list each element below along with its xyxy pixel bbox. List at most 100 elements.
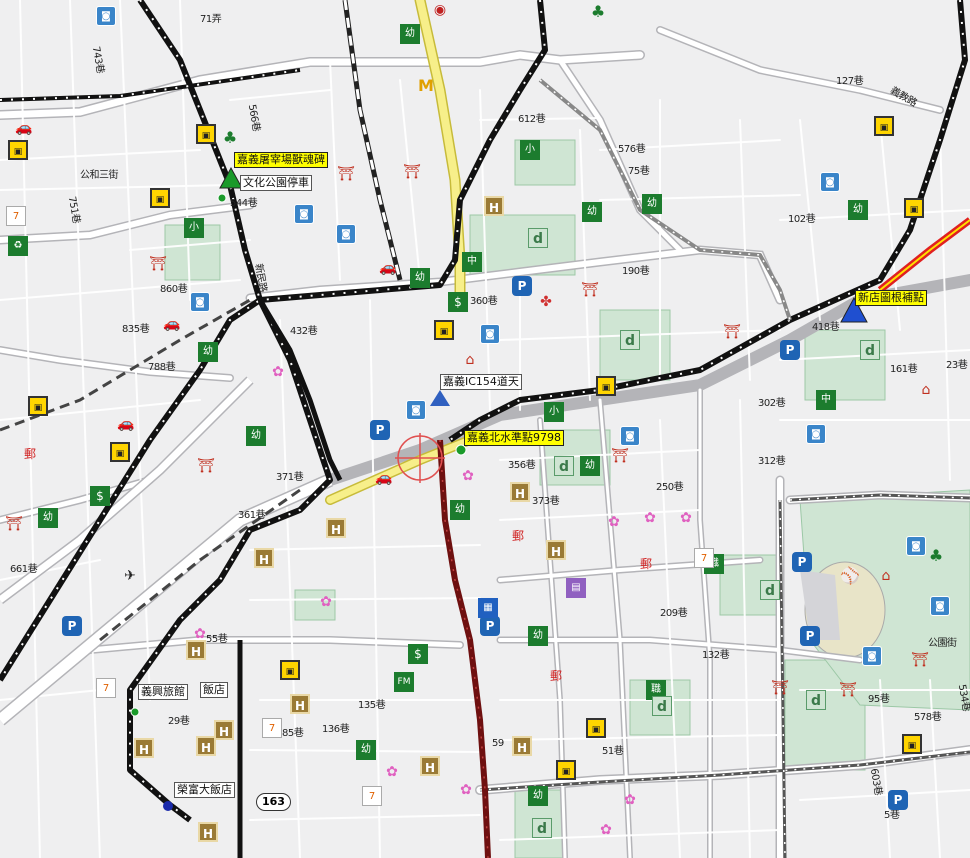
kindergarten-icon[interactable]: 幼 bbox=[450, 500, 470, 520]
car-icon[interactable]: 🚗 bbox=[14, 118, 34, 138]
bank-icon[interactable]: $ bbox=[90, 486, 110, 506]
bus-stop-icon[interactable]: ▣ bbox=[280, 660, 300, 680]
camera-icon[interactable]: ◙ bbox=[96, 6, 116, 26]
temple-icon[interactable]: ⛩ bbox=[580, 280, 600, 300]
car-icon[interactable]: 🚗 bbox=[162, 314, 182, 334]
kindergarten-icon[interactable]: 幼 bbox=[410, 268, 430, 288]
camera-icon[interactable]: ◙ bbox=[820, 172, 840, 192]
building-icon[interactable]: ▦ bbox=[478, 598, 498, 618]
school-icon[interactable]: 中 bbox=[816, 390, 836, 410]
poi-label[interactable]: 新店圖根補點 bbox=[855, 290, 927, 306]
kindergarten-icon[interactable]: 幼 bbox=[356, 740, 376, 760]
carrefour-icon[interactable]: ✤ bbox=[536, 292, 556, 312]
recycle-icon[interactable]: ♻ bbox=[8, 236, 28, 256]
poi-label[interactable]: 榮富大飯店 bbox=[174, 782, 235, 798]
parking-icon[interactable]: P bbox=[792, 552, 812, 572]
car-icon[interactable]: 🚗 bbox=[374, 468, 394, 488]
kindergarten-icon[interactable]: 幼 bbox=[38, 508, 58, 528]
school-icon[interactable]: 中 bbox=[462, 252, 482, 272]
temple-icon[interactable]: ⛩ bbox=[770, 678, 790, 698]
temple-icon[interactable]: ⛩ bbox=[336, 164, 356, 184]
school-icon[interactable]: 小 bbox=[544, 402, 564, 422]
bus-stop-icon[interactable]: ▣ bbox=[586, 718, 606, 738]
bus-stop-icon[interactable]: ▣ bbox=[196, 124, 216, 144]
hotel-icon[interactable]: H bbox=[512, 736, 532, 756]
kindergarten-icon[interactable]: 幼 bbox=[580, 456, 600, 476]
museum-icon[interactable]: ⌂ bbox=[916, 380, 936, 400]
familymart-icon[interactable]: FM bbox=[394, 672, 414, 692]
hotel-icon[interactable]: H bbox=[420, 756, 440, 776]
hotel-icon[interactable]: H bbox=[290, 694, 310, 714]
restaurant-icon[interactable]: ◉ bbox=[430, 0, 450, 20]
post-office-icon[interactable]: 郵 bbox=[546, 666, 566, 686]
hotel-icon[interactable]: H bbox=[196, 736, 216, 756]
kindergarten-icon[interactable]: 幼 bbox=[848, 200, 868, 220]
poi-label[interactable]: 飯店 bbox=[200, 682, 228, 698]
hotel-icon[interactable]: H bbox=[326, 518, 346, 538]
hotel-icon[interactable]: H bbox=[214, 720, 234, 740]
temple-icon[interactable]: ⛩ bbox=[910, 650, 930, 670]
poi-label[interactable]: 義興旅館 bbox=[138, 684, 188, 700]
airplane-icon[interactable]: ✈ bbox=[120, 566, 140, 586]
kindergarten-icon[interactable]: 幼 bbox=[642, 194, 662, 214]
camera-icon[interactable]: ◙ bbox=[406, 400, 426, 420]
camera-icon[interactable]: ◙ bbox=[906, 536, 926, 556]
parking-icon[interactable]: P bbox=[480, 616, 500, 636]
kindergarten-icon[interactable]: 幼 bbox=[400, 24, 420, 44]
temple-icon[interactable]: ⛩ bbox=[402, 162, 422, 182]
kindergarten-icon[interactable]: 幼 bbox=[582, 202, 602, 222]
bank-icon[interactable]: $ bbox=[448, 292, 468, 312]
post-office-icon[interactable]: 郵 bbox=[20, 444, 40, 464]
bus-stop-icon[interactable]: ▣ bbox=[150, 188, 170, 208]
temple-icon[interactable]: ⛩ bbox=[838, 680, 858, 700]
bus-stop-icon[interactable]: ▣ bbox=[596, 376, 616, 396]
poi-label[interactable]: 嘉義屠宰場獸魂碑 bbox=[234, 152, 328, 168]
parking-icon[interactable]: P bbox=[370, 420, 390, 440]
shop-icon[interactable]: ▤ bbox=[566, 578, 586, 598]
bus-stop-icon[interactable]: ▣ bbox=[556, 760, 576, 780]
bus-stop-icon[interactable]: ▣ bbox=[110, 442, 130, 462]
post-office-icon[interactable]: 郵 bbox=[508, 526, 528, 546]
camera-icon[interactable]: ◙ bbox=[806, 424, 826, 444]
parking-icon[interactable]: P bbox=[780, 340, 800, 360]
camera-icon[interactable]: ◙ bbox=[862, 646, 882, 666]
bus-stop-icon[interactable]: ▣ bbox=[904, 198, 924, 218]
bus-stop-icon[interactable]: ▣ bbox=[28, 396, 48, 416]
camera-icon[interactable]: ◙ bbox=[480, 324, 500, 344]
temple-icon[interactable]: ⛩ bbox=[196, 456, 216, 476]
kindergarten-icon[interactable]: 幼 bbox=[528, 786, 548, 806]
bank-icon[interactable]: $ bbox=[408, 644, 428, 664]
camera-icon[interactable]: ◙ bbox=[294, 204, 314, 224]
baseball-icon[interactable]: ⚾ bbox=[840, 566, 860, 586]
parking-icon[interactable]: P bbox=[62, 616, 82, 636]
school-icon[interactable]: 小 bbox=[184, 218, 204, 238]
camera-icon[interactable]: ◙ bbox=[336, 224, 356, 244]
kindergarten-icon[interactable]: 幼 bbox=[528, 626, 548, 646]
hotel-icon[interactable]: H bbox=[546, 540, 566, 560]
temple-icon[interactable]: ⛩ bbox=[4, 514, 24, 534]
hotel-icon[interactable]: H bbox=[254, 548, 274, 568]
7-eleven-icon[interactable]: 7 bbox=[694, 548, 714, 568]
camera-icon[interactable]: ◙ bbox=[930, 596, 950, 616]
post-office-icon[interactable]: 郵 bbox=[636, 554, 656, 574]
car-icon[interactable]: 🚗 bbox=[378, 258, 398, 278]
kindergarten-icon[interactable]: 幼 bbox=[198, 342, 218, 362]
poi-label[interactable]: 嘉義北水準點9798 bbox=[464, 430, 564, 446]
bus-stop-icon[interactable]: ▣ bbox=[874, 116, 894, 136]
poi-label[interactable]: 嘉義IC154道天 bbox=[440, 374, 522, 390]
hotel-icon[interactable]: H bbox=[484, 196, 504, 216]
map-canvas[interactable]: 嘉義屠宰場獸魂碑 新店圖根補點 嘉義北水準點9798 文化公園停車 嘉義IC15… bbox=[0, 0, 970, 858]
parking-icon[interactable]: P bbox=[888, 790, 908, 810]
bus-stop-icon[interactable]: ▣ bbox=[434, 320, 454, 340]
7-eleven-icon[interactable]: 7 bbox=[262, 718, 282, 738]
7-eleven-icon[interactable]: 7 bbox=[362, 786, 382, 806]
camera-icon[interactable]: ◙ bbox=[190, 292, 210, 312]
temple-icon[interactable]: ⛩ bbox=[610, 446, 630, 466]
temple-icon[interactable]: ⛩ bbox=[722, 322, 742, 342]
parking-icon[interactable]: P bbox=[800, 626, 820, 646]
hotel-icon[interactable]: H bbox=[134, 738, 154, 758]
parking-icon[interactable]: P bbox=[512, 276, 532, 296]
kindergarten-icon[interactable]: 幼 bbox=[246, 426, 266, 446]
mcdonalds-icon[interactable]: M bbox=[416, 76, 436, 96]
hotel-icon[interactable]: H bbox=[198, 822, 218, 842]
